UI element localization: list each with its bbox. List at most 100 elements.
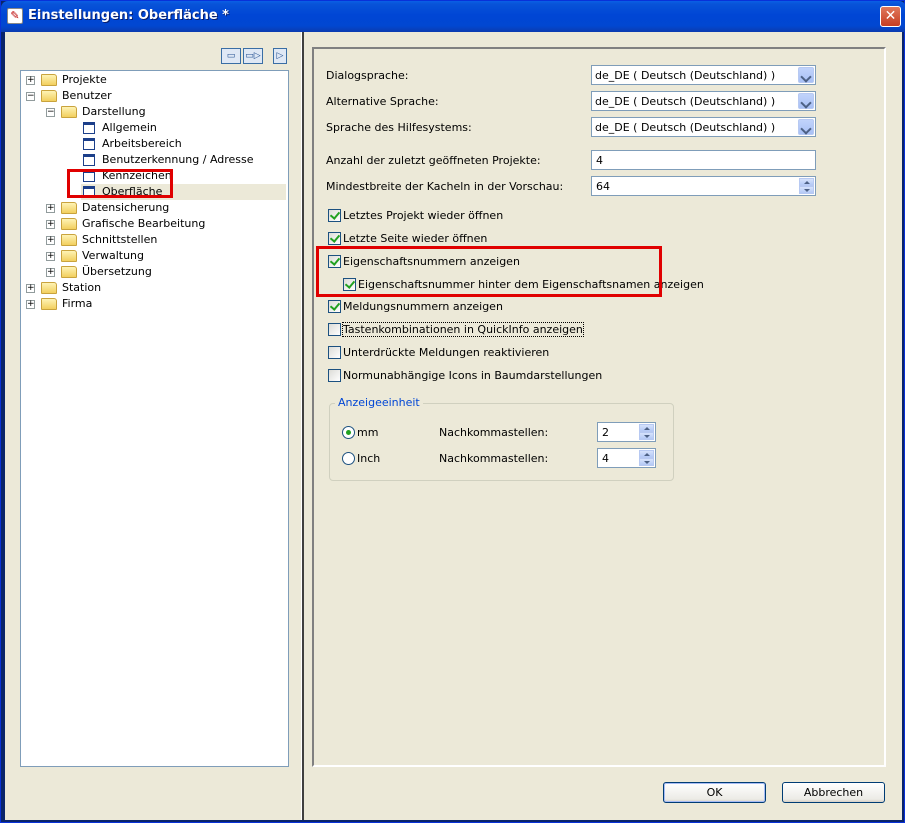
norm-icons-checkbox[interactable] [328, 369, 341, 382]
unit-mm-label[interactable]: mm [357, 426, 378, 439]
reopen-page-label[interactable]: Letzte Seite wieder öffnen [343, 232, 487, 245]
dialog-language-value: de_DE ( Deutsch (Deutschland) ) [595, 69, 776, 82]
help-language-select[interactable]: de_DE ( Deutsch (Deutschland) ) [591, 117, 816, 137]
inch-decimals-label: Nachkommastellen: [439, 452, 549, 465]
reactivate-messages-label[interactable]: Unterdrückte Meldungen reaktivieren [343, 346, 549, 359]
dialog-language-label: Dialogsprache: [326, 69, 409, 82]
expand-icon[interactable]: + [26, 76, 35, 85]
page-icon [83, 122, 95, 134]
expand-icon[interactable]: + [26, 300, 35, 309]
spinner[interactable] [639, 450, 654, 466]
spin-down-icon[interactable] [799, 186, 814, 194]
dialog-language-select[interactable]: de_DE ( Deutsch (Deutschland) ) [591, 65, 816, 85]
folder-icon [61, 250, 77, 262]
spin-up-icon[interactable] [639, 424, 654, 432]
window-title: Einstellungen: Oberfläche * [28, 8, 229, 23]
folder-icon [61, 106, 77, 118]
expand-icon[interactable]: + [46, 268, 55, 277]
collapse-icon[interactable]: − [46, 108, 55, 117]
settings-window: ✎ Einstellungen: Oberfläche * ✕ ▭ ▭▷ ▷ +… [0, 0, 905, 823]
norm-icons-label[interactable]: Normunabhängige Icons in Baumdarstellung… [343, 369, 602, 382]
reopen-page-checkbox[interactable] [328, 232, 341, 245]
folder-icon [41, 282, 57, 294]
reopen-project-label[interactable]: Letztes Projekt wieder öffnen [343, 209, 503, 222]
spinner[interactable] [639, 424, 654, 440]
expand-icon[interactable]: + [26, 284, 35, 293]
alt-language-value: de_DE ( Deutsch (Deutschland) ) [595, 95, 776, 108]
page-icon [83, 138, 95, 150]
expand-icon[interactable]: + [46, 252, 55, 261]
tree-item-darstellung[interactable]: Darstellung [82, 104, 146, 120]
recent-projects-value: 4 [596, 154, 603, 167]
expand-icon[interactable]: + [46, 220, 55, 229]
tree-item-benutzer[interactable]: Benutzer [62, 88, 112, 104]
chevron-down-icon[interactable] [798, 67, 814, 83]
folder-icon [41, 74, 57, 86]
unit-inch-label[interactable]: Inch [357, 452, 380, 465]
pane-splitter[interactable] [301, 32, 304, 820]
spin-down-icon[interactable] [639, 432, 654, 440]
unit-mm-radio[interactable] [342, 426, 355, 439]
expand-pane-icon[interactable]: ▭▷ [243, 48, 263, 64]
recent-projects-label: Anzahl der zuletzt geöffneten Projekte: [326, 154, 541, 167]
spin-up-icon[interactable] [639, 450, 654, 458]
tree-item-arbeitsbereich[interactable]: Arbeitsbereich [102, 136, 182, 152]
folder-icon [61, 234, 77, 246]
mm-decimals-stepper[interactable]: 2 [597, 422, 656, 442]
message-numbers-label[interactable]: Meldungsnummern anzeigen [343, 300, 503, 313]
spin-down-icon[interactable] [639, 458, 654, 466]
chevron-down-icon[interactable] [798, 119, 814, 135]
folder-icon [61, 266, 77, 278]
tree-item-grafische-bearbeitung[interactable]: Grafische Bearbeitung [82, 216, 205, 232]
tree-item-datensicherung[interactable]: Datensicherung [82, 200, 169, 216]
unit-group-title: Anzeigeeinheit [335, 396, 423, 409]
page-icon [83, 154, 95, 166]
unit-groupbox [329, 403, 674, 481]
tree-item-benutzerkennung[interactable]: Benutzerkennung / Adresse [102, 152, 254, 168]
mm-decimals-label: Nachkommastellen: [439, 426, 549, 439]
folder-icon [61, 218, 77, 230]
tree-item-uebersetzung[interactable]: Übersetzung [82, 264, 152, 280]
settings-tree[interactable]: + Projekte − Benutzer − Darstellung Allg… [20, 70, 289, 767]
collapse-pane-icon[interactable]: ▭ [221, 48, 241, 64]
tree-item-firma[interactable]: Firma [62, 296, 92, 312]
folder-icon [61, 202, 77, 214]
reactivate-messages-checkbox[interactable] [328, 346, 341, 359]
inch-decimals-stepper[interactable]: 4 [597, 448, 656, 468]
tile-width-value: 64 [596, 180, 610, 193]
shortcuts-quickinfo-label[interactable]: Tastenkombinationen in QuickInfo anzeige… [342, 322, 584, 337]
recent-projects-field[interactable]: 4 [591, 150, 816, 170]
cancel-button[interactable]: Abbrechen [782, 782, 885, 803]
next-icon[interactable]: ▷ [273, 48, 287, 64]
tree-item-allgemein[interactable]: Allgemein [102, 120, 157, 136]
spin-up-icon[interactable] [799, 178, 814, 186]
highlight-box [316, 246, 662, 297]
message-numbers-checkbox[interactable] [328, 300, 341, 313]
title-bar[interactable]: ✎ Einstellungen: Oberfläche * ✕ [1, 1, 905, 32]
highlight-box [67, 169, 173, 198]
close-button[interactable]: ✕ [880, 6, 901, 27]
app-icon: ✎ [7, 8, 23, 24]
navigation-pane: ▭ ▭▷ ▷ + Projekte − Benutzer − Darstellu… [5, 32, 301, 820]
help-language-value: de_DE ( Deutsch (Deutschland) ) [595, 121, 776, 134]
tree-item-station[interactable]: Station [62, 280, 101, 296]
tree-item-projekte[interactable]: Projekte [62, 72, 107, 88]
tree-item-verwaltung[interactable]: Verwaltung [82, 248, 144, 264]
tile-width-stepper[interactable]: 64 [591, 176, 816, 196]
tree-item-schnittstellen[interactable]: Schnittstellen [82, 232, 157, 248]
expand-icon[interactable]: + [46, 204, 55, 213]
unit-inch-radio[interactable] [342, 452, 355, 465]
folder-icon [41, 298, 57, 310]
reopen-project-checkbox[interactable] [328, 209, 341, 222]
expand-icon[interactable]: + [46, 236, 55, 245]
shortcuts-quickinfo-checkbox[interactable] [328, 323, 341, 336]
ok-button[interactable]: OK [663, 782, 766, 803]
mm-decimals-value: 2 [602, 426, 609, 439]
tile-width-label: Mindestbreite der Kacheln in der Vorscha… [326, 180, 564, 193]
spinner[interactable] [799, 178, 814, 194]
collapse-icon[interactable]: − [26, 92, 35, 101]
alt-language-select[interactable]: de_DE ( Deutsch (Deutschland) ) [591, 91, 816, 111]
chevron-down-icon[interactable] [798, 93, 814, 109]
folder-icon [41, 90, 57, 102]
help-language-label: Sprache des Hilfesystems: [326, 121, 472, 134]
